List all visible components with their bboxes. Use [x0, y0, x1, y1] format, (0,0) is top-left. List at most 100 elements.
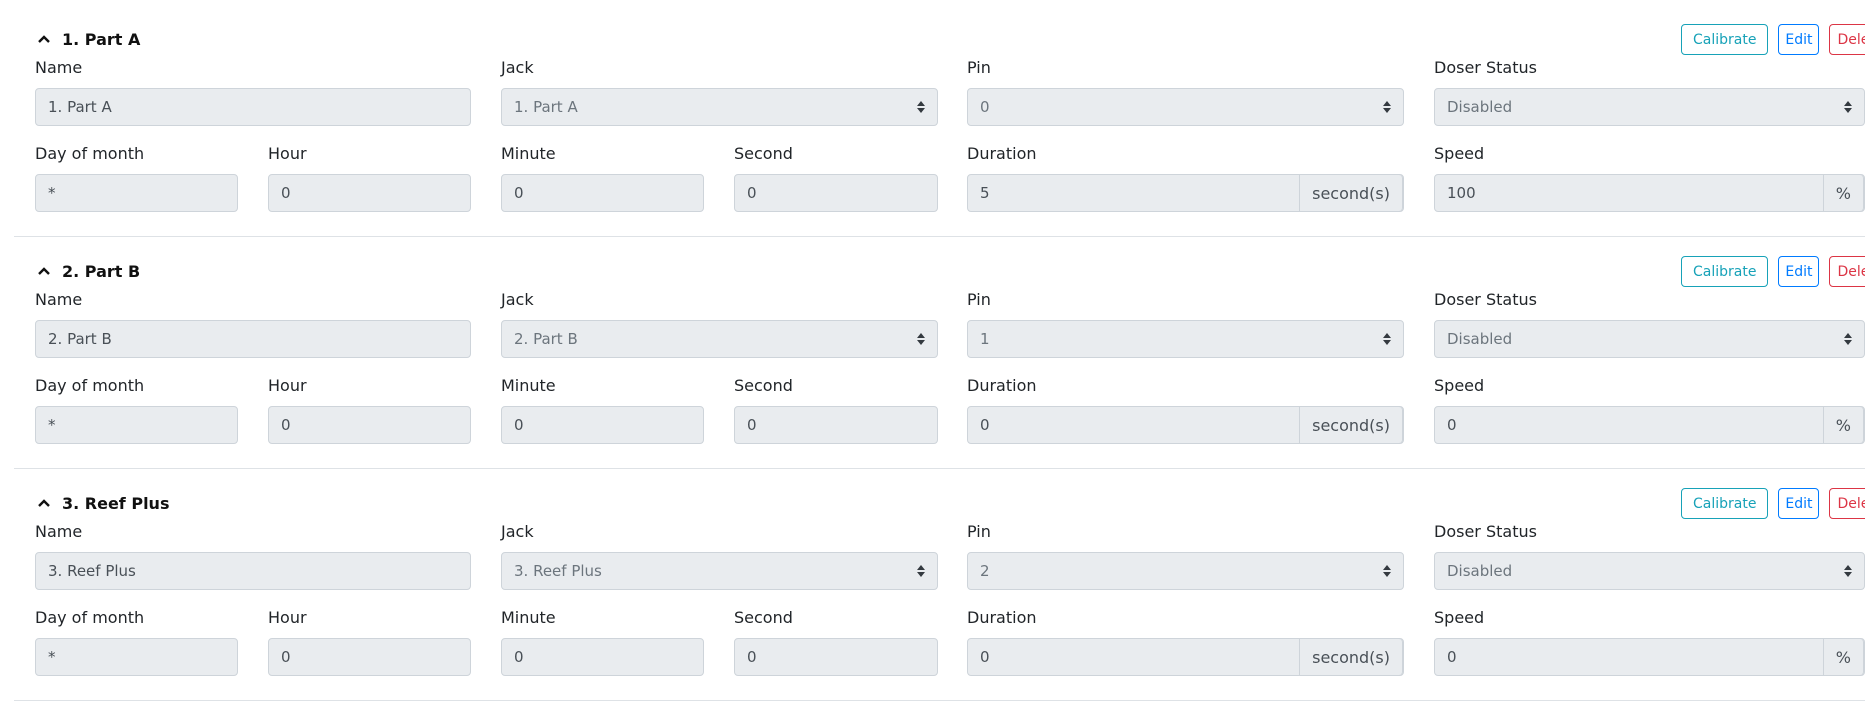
speed-field[interactable]: 0 % [1434, 406, 1865, 444]
hour-value: 0 [281, 416, 291, 434]
doser-status-value: Disabled [1447, 98, 1513, 116]
speed-value: 100 [1447, 184, 1476, 202]
day-of-month-field[interactable]: * [35, 174, 238, 212]
day-of-month-value: * [48, 184, 56, 202]
chevron-up-icon [38, 35, 50, 43]
jack-select[interactable]: 1. Part A [501, 88, 938, 126]
name-field[interactable]: 2. Part B [35, 320, 471, 358]
minute-value: 0 [514, 184, 524, 202]
minute-value: 0 [514, 648, 524, 666]
duration-label: Duration [967, 144, 1037, 163]
duration-field[interactable]: 0 second(s) [967, 638, 1404, 676]
jack-label: Jack [501, 58, 534, 77]
duration-value: 5 [980, 184, 990, 202]
delete-button[interactable]: Delete [1829, 256, 1865, 287]
day-of-month-label: Day of month [35, 376, 145, 395]
day-of-month-value: * [48, 648, 56, 666]
day-of-month-label: Day of month [35, 608, 145, 627]
pin-value: 2 [980, 562, 990, 580]
day-of-month-field[interactable]: * [35, 638, 238, 676]
doser-panel: 1. Part A Calibrate Edit Delete Name Jac… [14, 4, 1865, 237]
select-caret-icon [917, 333, 925, 345]
select-caret-icon [1844, 101, 1852, 113]
second-value: 0 [747, 416, 757, 434]
hour-label: Hour [268, 376, 307, 395]
jack-label: Jack [501, 290, 534, 309]
jack-select[interactable]: 2. Part B [501, 320, 938, 358]
doser-status-label: Doser Status [1434, 522, 1537, 541]
duration-unit: second(s) [1299, 175, 1403, 211]
speed-unit: % [1822, 407, 1864, 443]
doser-status-value: Disabled [1447, 330, 1513, 348]
speed-value: 0 [1447, 648, 1457, 666]
second-label: Second [734, 608, 793, 627]
minute-label: Minute [501, 608, 556, 627]
doser-status-label: Doser Status [1434, 290, 1537, 309]
duration-field[interactable]: 0 second(s) [967, 406, 1404, 444]
doser-status-select[interactable]: Disabled [1434, 552, 1865, 590]
calibrate-button[interactable]: Calibrate [1681, 24, 1769, 55]
duration-unit: second(s) [1299, 407, 1403, 443]
second-label: Second [734, 376, 793, 395]
minute-field[interactable]: 0 [501, 406, 704, 444]
jack-value: 1. Part A [514, 98, 578, 116]
select-caret-icon [1844, 333, 1852, 345]
pin-value: 0 [980, 98, 990, 116]
pin-label: Pin [967, 522, 991, 541]
pin-select[interactable]: 1 [967, 320, 1404, 358]
jack-select[interactable]: 3. Reef Plus [501, 552, 938, 590]
jack-label: Jack [501, 522, 534, 541]
select-caret-icon [917, 565, 925, 577]
hour-value: 0 [281, 184, 291, 202]
hour-field[interactable]: 0 [268, 174, 471, 212]
minute-field[interactable]: 0 [501, 638, 704, 676]
speed-unit: % [1822, 175, 1864, 211]
calibrate-button[interactable]: Calibrate [1681, 256, 1769, 287]
pin-select[interactable]: 2 [967, 552, 1404, 590]
calibrate-button[interactable]: Calibrate [1681, 488, 1769, 519]
day-of-month-value: * [48, 416, 56, 434]
minute-field[interactable]: 0 [501, 174, 704, 212]
day-of-month-label: Day of month [35, 144, 145, 163]
doser-status-select[interactable]: Disabled [1434, 320, 1865, 358]
speed-label: Speed [1434, 144, 1485, 163]
name-field[interactable]: 1. Part A [35, 88, 471, 126]
second-value: 0 [747, 184, 757, 202]
pin-select[interactable]: 0 [967, 88, 1404, 126]
delete-button[interactable]: Delete [1829, 488, 1865, 519]
second-value: 0 [747, 648, 757, 666]
delete-button[interactable]: Delete [1829, 24, 1865, 55]
speed-field[interactable]: 100 % [1434, 174, 1865, 212]
minute-value: 0 [514, 416, 524, 434]
edit-button[interactable]: Edit [1778, 24, 1820, 55]
hour-field[interactable]: 0 [268, 406, 471, 444]
minute-label: Minute [501, 376, 556, 395]
second-field[interactable]: 0 [734, 638, 938, 676]
edit-button[interactable]: Edit [1778, 488, 1820, 519]
doser-status-select[interactable]: Disabled [1434, 88, 1865, 126]
select-caret-icon [1383, 565, 1391, 577]
speed-label: Speed [1434, 608, 1485, 627]
select-caret-icon [1383, 333, 1391, 345]
name-label: Name [35, 58, 83, 77]
doser-panel: 3. Reef Plus Calibrate Edit Delete Name … [14, 468, 1865, 701]
duration-label: Duration [967, 376, 1037, 395]
chevron-up-icon [38, 267, 50, 275]
hour-label: Hour [268, 144, 307, 163]
name-field[interactable]: 3. Reef Plus [35, 552, 471, 590]
pin-label: Pin [967, 290, 991, 309]
speed-field[interactable]: 0 % [1434, 638, 1865, 676]
hour-value: 0 [281, 648, 291, 666]
second-field[interactable]: 0 [734, 174, 938, 212]
second-field[interactable]: 0 [734, 406, 938, 444]
edit-button[interactable]: Edit [1778, 256, 1820, 287]
day-of-month-field[interactable]: * [35, 406, 238, 444]
doser-status-label: Doser Status [1434, 58, 1537, 77]
pin-label: Pin [967, 58, 991, 77]
minute-label: Minute [501, 144, 556, 163]
doser-panel: 2. Part B Calibrate Edit Delete Name Jac… [14, 236, 1865, 469]
second-label: Second [734, 144, 793, 163]
hour-field[interactable]: 0 [268, 638, 471, 676]
duration-field[interactable]: 5 second(s) [967, 174, 1404, 212]
select-caret-icon [917, 101, 925, 113]
